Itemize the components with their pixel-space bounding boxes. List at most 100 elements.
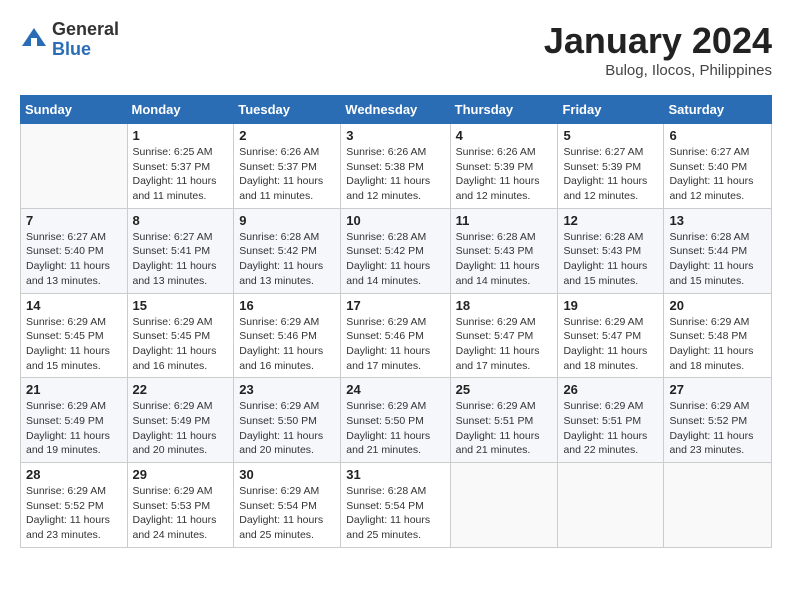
day-number: 31 bbox=[346, 467, 444, 482]
calendar-cell: 28 Sunrise: 6:29 AMSunset: 5:52 PMDayligh… bbox=[21, 463, 128, 548]
header-cell-wednesday: Wednesday bbox=[341, 96, 450, 124]
day-number: 28 bbox=[26, 467, 122, 482]
calendar-cell: 27 Sunrise: 6:29 AMSunset: 5:52 PMDayligh… bbox=[664, 378, 772, 463]
day-info: Sunrise: 6:28 AMSunset: 5:43 PMDaylight:… bbox=[563, 230, 658, 289]
calendar-cell: 19 Sunrise: 6:29 AMSunset: 5:47 PMDayligh… bbox=[558, 293, 664, 378]
day-info: Sunrise: 6:29 AMSunset: 5:52 PMDaylight:… bbox=[669, 399, 766, 458]
logo-icon bbox=[20, 26, 48, 54]
day-number: 26 bbox=[563, 382, 658, 397]
calendar-cell: 3 Sunrise: 6:26 AMSunset: 5:38 PMDaylight… bbox=[341, 124, 450, 209]
calendar-header: SundayMondayTuesdayWednesdayThursdayFrid… bbox=[21, 96, 772, 124]
calendar-cell: 31 Sunrise: 6:28 AMSunset: 5:54 PMDayligh… bbox=[341, 463, 450, 548]
day-number: 8 bbox=[133, 213, 229, 228]
calendar-cell bbox=[450, 463, 558, 548]
calendar-cell: 21 Sunrise: 6:29 AMSunset: 5:49 PMDayligh… bbox=[21, 378, 128, 463]
day-number: 21 bbox=[26, 382, 122, 397]
week-row-0: 1 Sunrise: 6:25 AMSunset: 5:37 PMDaylight… bbox=[21, 124, 772, 209]
day-info: Sunrise: 6:29 AMSunset: 5:52 PMDaylight:… bbox=[26, 484, 122, 543]
day-info: Sunrise: 6:29 AMSunset: 5:50 PMDaylight:… bbox=[346, 399, 444, 458]
title-block: January 2024 Bulog, Ilocos, Philippines bbox=[544, 20, 772, 79]
day-info: Sunrise: 6:29 AMSunset: 5:51 PMDaylight:… bbox=[456, 399, 553, 458]
day-info: Sunrise: 6:26 AMSunset: 5:39 PMDaylight:… bbox=[456, 145, 553, 204]
day-info: Sunrise: 6:26 AMSunset: 5:38 PMDaylight:… bbox=[346, 145, 444, 204]
day-number: 22 bbox=[133, 382, 229, 397]
day-number: 16 bbox=[239, 298, 335, 313]
day-info: Sunrise: 6:25 AMSunset: 5:37 PMDaylight:… bbox=[133, 145, 229, 204]
logo-text: General Blue bbox=[52, 20, 119, 60]
calendar-cell: 2Sunrise: 6:26 AMSunset: 5:37 PMDaylight… bbox=[234, 124, 341, 209]
day-number: 6 bbox=[669, 128, 766, 143]
day-info: Sunrise: 6:28 AMSunset: 5:42 PMDaylight:… bbox=[239, 230, 335, 289]
day-info: Sunrise: 6:29 AMSunset: 5:53 PMDaylight:… bbox=[133, 484, 229, 543]
calendar-cell: 13 Sunrise: 6:28 AMSunset: 5:44 PMDayligh… bbox=[664, 208, 772, 293]
day-info: Sunrise: 6:28 AMSunset: 5:44 PMDaylight:… bbox=[669, 230, 766, 289]
header-cell-thursday: Thursday bbox=[450, 96, 558, 124]
day-info: Sunrise: 6:29 AMSunset: 5:51 PMDaylight:… bbox=[563, 399, 658, 458]
day-number: 30 bbox=[239, 467, 335, 482]
calendar-cell: 14 Sunrise: 6:29 AMSunset: 5:45 PMDayligh… bbox=[21, 293, 128, 378]
calendar-cell: 24 Sunrise: 6:29 AMSunset: 5:50 PMDayligh… bbox=[341, 378, 450, 463]
header-cell-friday: Friday bbox=[558, 96, 664, 124]
header-cell-monday: Monday bbox=[127, 96, 234, 124]
day-info: Sunrise: 6:27 AMSunset: 5:40 PMDaylight:… bbox=[26, 230, 122, 289]
week-row-4: 28 Sunrise: 6:29 AMSunset: 5:52 PMDayligh… bbox=[21, 463, 772, 548]
day-info: Sunrise: 6:29 AMSunset: 5:54 PMDaylight:… bbox=[239, 484, 335, 543]
day-info: Sunrise: 6:29 AMSunset: 5:49 PMDaylight:… bbox=[26, 399, 122, 458]
day-number: 10 bbox=[346, 213, 444, 228]
calendar-cell: 29 Sunrise: 6:29 AMSunset: 5:53 PMDayligh… bbox=[127, 463, 234, 548]
day-number: 14 bbox=[26, 298, 122, 313]
header-cell-sunday: Sunday bbox=[21, 96, 128, 124]
calendar-cell: 23Sunrise: 6:29 AMSunset: 5:50 PMDayligh… bbox=[234, 378, 341, 463]
day-number: 29 bbox=[133, 467, 229, 482]
calendar-cell: 17Sunrise: 6:29 AMSunset: 5:46 PMDayligh… bbox=[341, 293, 450, 378]
day-number: 27 bbox=[669, 382, 766, 397]
day-info: Sunrise: 6:29 AMSunset: 5:47 PMDaylight:… bbox=[563, 315, 658, 374]
day-info: Sunrise: 6:29 AMSunset: 5:45 PMDaylight:… bbox=[26, 315, 122, 374]
day-number: 12 bbox=[563, 213, 658, 228]
day-number: 9 bbox=[239, 213, 335, 228]
calendar-cell: 9 Sunrise: 6:28 AMSunset: 5:42 PMDaylight… bbox=[234, 208, 341, 293]
logo-general: General bbox=[52, 20, 119, 40]
header-cell-tuesday: Tuesday bbox=[234, 96, 341, 124]
calendar-cell: 10Sunrise: 6:28 AMSunset: 5:42 PMDayligh… bbox=[341, 208, 450, 293]
calendar-cell: 1 Sunrise: 6:25 AMSunset: 5:37 PMDaylight… bbox=[127, 124, 234, 209]
calendar-cell: 5Sunrise: 6:27 AMSunset: 5:39 PMDaylight… bbox=[558, 124, 664, 209]
calendar-cell bbox=[664, 463, 772, 548]
day-number: 4 bbox=[456, 128, 553, 143]
week-row-2: 14 Sunrise: 6:29 AMSunset: 5:45 PMDayligh… bbox=[21, 293, 772, 378]
day-number: 15 bbox=[133, 298, 229, 313]
day-info: Sunrise: 6:29 AMSunset: 5:49 PMDaylight:… bbox=[133, 399, 229, 458]
calendar-cell bbox=[558, 463, 664, 548]
day-number: 13 bbox=[669, 213, 766, 228]
day-info: Sunrise: 6:27 AMSunset: 5:40 PMDaylight:… bbox=[669, 145, 766, 204]
day-number: 17 bbox=[346, 298, 444, 313]
day-number: 20 bbox=[669, 298, 766, 313]
day-number: 1 bbox=[133, 128, 229, 143]
header-row: SundayMondayTuesdayWednesdayThursdayFrid… bbox=[21, 96, 772, 124]
calendar-cell: 6 Sunrise: 6:27 AMSunset: 5:40 PMDaylight… bbox=[664, 124, 772, 209]
day-number: 19 bbox=[563, 298, 658, 313]
calendar-cell: 16Sunrise: 6:29 AMSunset: 5:46 PMDayligh… bbox=[234, 293, 341, 378]
month-title: January 2024 bbox=[544, 20, 772, 62]
day-number: 18 bbox=[456, 298, 553, 313]
calendar-cell: 18Sunrise: 6:29 AMSunset: 5:47 PMDayligh… bbox=[450, 293, 558, 378]
calendar-body: 1 Sunrise: 6:25 AMSunset: 5:37 PMDaylight… bbox=[21, 124, 772, 548]
day-info: Sunrise: 6:28 AMSunset: 5:43 PMDaylight:… bbox=[456, 230, 553, 289]
day-number: 2 bbox=[239, 128, 335, 143]
calendar-table: SundayMondayTuesdayWednesdayThursdayFrid… bbox=[20, 95, 772, 548]
calendar-cell: 11Sunrise: 6:28 AMSunset: 5:43 PMDayligh… bbox=[450, 208, 558, 293]
calendar-cell: 30 Sunrise: 6:29 AMSunset: 5:54 PMDayligh… bbox=[234, 463, 341, 548]
day-number: 3 bbox=[346, 128, 444, 143]
day-info: Sunrise: 6:28 AMSunset: 5:54 PMDaylight:… bbox=[346, 484, 444, 543]
calendar-cell: 8Sunrise: 6:27 AMSunset: 5:41 PMDaylight… bbox=[127, 208, 234, 293]
calendar-cell: 25 Sunrise: 6:29 AMSunset: 5:51 PMDayligh… bbox=[450, 378, 558, 463]
day-number: 7 bbox=[26, 213, 122, 228]
calendar-cell bbox=[21, 124, 128, 209]
logo-blue: Blue bbox=[52, 40, 119, 60]
calendar-cell: 7 Sunrise: 6:27 AMSunset: 5:40 PMDaylight… bbox=[21, 208, 128, 293]
calendar-cell: 26 Sunrise: 6:29 AMSunset: 5:51 PMDayligh… bbox=[558, 378, 664, 463]
day-info: Sunrise: 6:29 AMSunset: 5:48 PMDaylight:… bbox=[669, 315, 766, 374]
day-number: 24 bbox=[346, 382, 444, 397]
week-row-3: 21 Sunrise: 6:29 AMSunset: 5:49 PMDayligh… bbox=[21, 378, 772, 463]
day-number: 25 bbox=[456, 382, 553, 397]
